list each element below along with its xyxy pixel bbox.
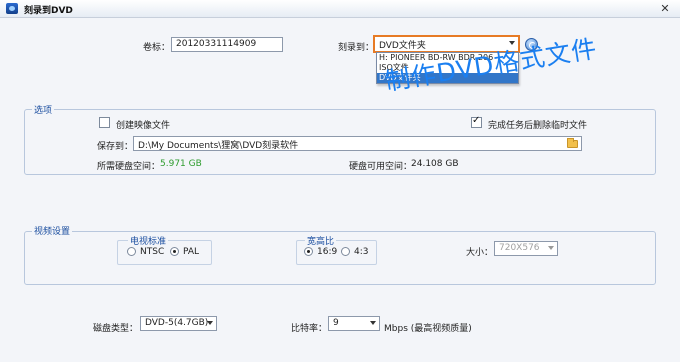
disc-type-select[interactable]: DVD-5(4.7GB) (140, 316, 217, 331)
volume-input[interactable]: 20120331114909 (171, 37, 283, 52)
bitrate-label: 比特率： (291, 324, 328, 334)
aspect-ratio-title: 宽高比 (305, 234, 337, 247)
disc-type-label: 磁盘类型： (93, 324, 139, 334)
bitrate-value: 9 (333, 318, 339, 328)
save-path-input[interactable]: D:\My Documents\狸窝\DVD刻录软件 (133, 136, 582, 151)
aspect-43-label: 4:3 (354, 247, 369, 257)
folder-icon[interactable] (567, 138, 578, 148)
dvd-app-icon (6, 3, 18, 14)
video-settings-title: 视频设置 (32, 224, 73, 237)
burn-to-label: 刻录到： (338, 43, 375, 53)
delete-temp-checkbox[interactable] (471, 115, 482, 128)
tv-standard-title: 电视标准 (128, 234, 169, 247)
chevron-down-icon (370, 321, 376, 325)
size-value: 720X576 (499, 243, 540, 253)
required-space-label: 所需硬盘空间： (97, 162, 161, 172)
bitrate-select[interactable]: 9 (328, 316, 380, 331)
required-space-value: 5.971 GB (160, 159, 202, 169)
size-select[interactable]: 720X576 (494, 241, 558, 256)
pal-radio[interactable] (170, 247, 179, 256)
burn-to-value: DVD文件夹 (379, 41, 426, 51)
options-group-title: 选项 (32, 103, 55, 116)
delete-temp-label: 完成任务后删除临时文件 (488, 121, 588, 131)
aspect-169-label: 16:9 (317, 247, 338, 257)
window-title: 刻录到DVD (24, 6, 73, 16)
ntsc-label: NTSC (140, 247, 165, 257)
size-label: 大小： (466, 248, 494, 258)
available-space-value: 24.108 GB (411, 159, 459, 169)
disc-type-value: DVD-5(4.7GB) (145, 318, 209, 328)
ntsc-radio[interactable] (127, 247, 136, 256)
close-icon[interactable]: ✕ (658, 2, 672, 16)
chevron-down-icon (207, 321, 213, 325)
bitrate-unit: Mbps (最高视频质量) (384, 324, 472, 334)
save-to-label: 保存到： (97, 142, 134, 152)
aspect-169-radio[interactable] (304, 247, 313, 256)
volume-label: 卷标： (143, 43, 171, 53)
title-bar: 刻录到DVD ✕ (0, 0, 680, 18)
chevron-down-icon (548, 246, 554, 250)
aspect-43-radio[interactable] (341, 247, 350, 256)
create-image-label: 创建映像文件 (116, 121, 171, 131)
pal-label: PAL (183, 247, 200, 257)
available-space-label: 硬盘可用空间： (349, 162, 413, 172)
create-image-checkbox[interactable] (99, 117, 110, 128)
